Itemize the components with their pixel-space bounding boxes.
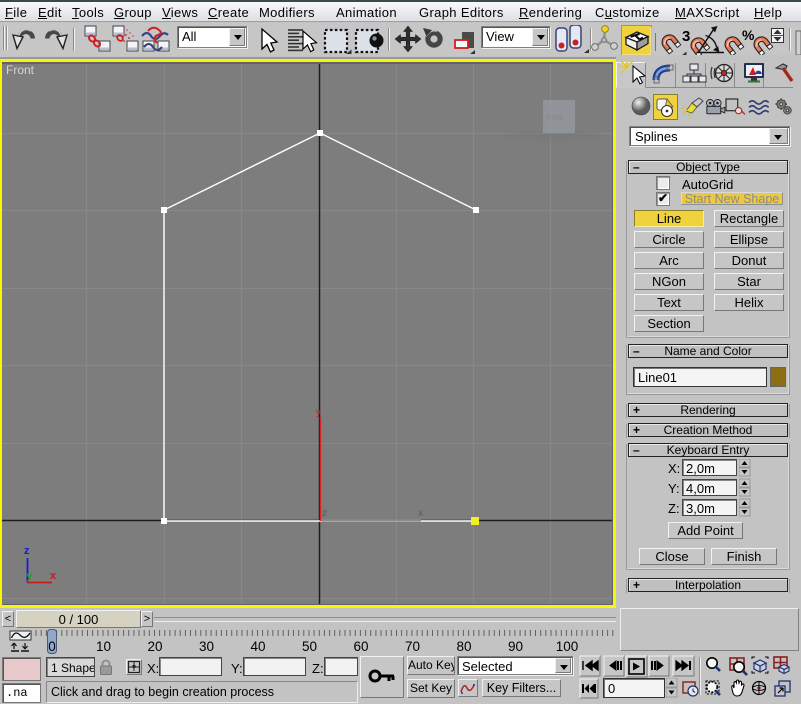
svg-text:30: 30 [199, 639, 214, 654]
svg-text:y: y [316, 407, 321, 418]
svg-text:z: z [24, 545, 30, 557]
svg-text:40: 40 [250, 639, 265, 654]
svg-text:20: 20 [147, 639, 162, 654]
svg-text:3: 3 [682, 28, 690, 45]
svg-text:x: x [418, 508, 423, 519]
svg-text:y: y [27, 571, 33, 582]
svg-text:z: z [322, 508, 327, 519]
svg-text:90: 90 [508, 639, 523, 654]
svg-text:80: 80 [456, 639, 471, 654]
svg-text:front: front [547, 113, 564, 122]
svg-text:x: x [50, 570, 57, 582]
svg-text:10: 10 [96, 639, 111, 654]
svg-text:50: 50 [302, 639, 317, 654]
svg-text:70: 70 [405, 639, 420, 654]
svg-text:%: % [742, 27, 755, 43]
svg-text:60: 60 [353, 639, 368, 654]
svg-text:0: 0 [48, 639, 56, 654]
svg-text:100: 100 [556, 639, 579, 654]
